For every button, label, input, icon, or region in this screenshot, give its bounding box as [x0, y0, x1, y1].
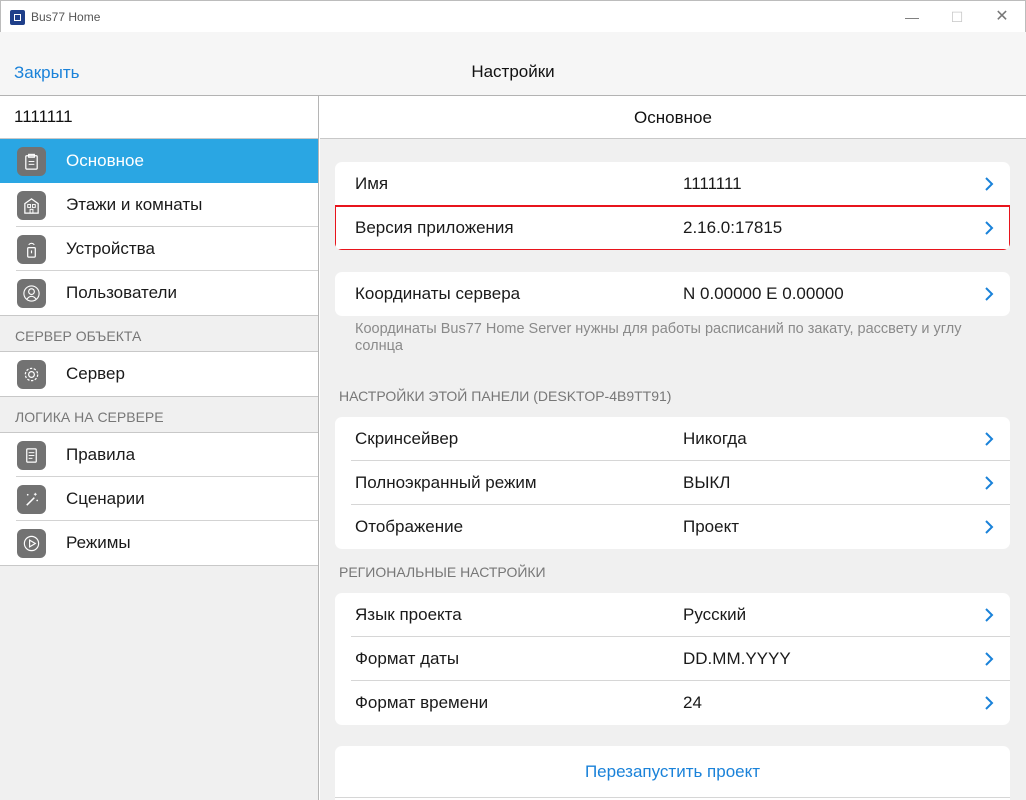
row-label: Имя	[355, 174, 389, 193]
sidebar-item-label: Этажи и комнаты	[66, 195, 203, 214]
row-label: Версия приложения	[355, 218, 514, 237]
panel-settings-card: Скринсейвер Никогда Полноэкранный режим …	[335, 417, 1010, 549]
sidebar-item-users[interactable]: Пользователи	[0, 271, 318, 315]
building-icon	[17, 190, 46, 220]
row-value: Проект	[683, 517, 739, 536]
sidebar-item-scenarios[interactable]: Сценарии	[0, 477, 318, 521]
chevron-right-icon	[985, 476, 994, 490]
sidebar-main-group: Основное Этажи и комнаты Устройства Поль…	[0, 139, 318, 316]
general-info-card: Имя 1111111 Версия приложения 2.16.0:178…	[335, 162, 1010, 250]
chevron-right-icon	[985, 520, 994, 534]
row-label: Полноэкранный режим	[355, 473, 537, 492]
user-icon	[17, 278, 46, 308]
page-title: Настройки	[471, 62, 555, 81]
row-value: 1111111	[683, 174, 742, 193]
row-value: 2.16.0:17815	[683, 218, 783, 237]
row-label: Координаты сервера	[355, 284, 521, 303]
sidebar-item-rules[interactable]: Правила	[0, 433, 318, 477]
sidebar-item-label: Устройства	[66, 239, 155, 258]
chevron-right-icon	[985, 177, 994, 191]
maximize-button[interactable]: ☐	[942, 5, 972, 29]
sidebar-item-server[interactable]: Сервер	[0, 352, 318, 396]
row-value: Никогда	[683, 429, 747, 448]
play-icon	[17, 528, 46, 558]
sidebar-item-general[interactable]: Основное	[0, 139, 318, 183]
chevron-right-icon	[985, 432, 994, 446]
sidebar-item-floors-rooms[interactable]: Этажи и комнаты	[0, 183, 318, 227]
row-value: Русский	[683, 605, 747, 624]
app-logo-icon	[10, 10, 25, 25]
sidebar-item-label: Правила	[66, 445, 136, 464]
display-row[interactable]: Отображение Проект	[335, 505, 1010, 549]
sidebar-item-label: Пользователи	[66, 283, 177, 302]
row-value: ВЫКЛ	[683, 473, 731, 492]
sidebar-section-server: СЕРВЕР ОБЪЕКТА	[0, 316, 318, 352]
regional-settings-section-title: РЕГИОНАЛЬНЫЕ НАСТРОЙКИ	[339, 564, 546, 580]
sidebar: 1111111 Основное Этажи и комнаты Устройс…	[0, 96, 319, 800]
date-format-row[interactable]: Формат даты DD.MM.YYYY	[335, 637, 1010, 681]
sidebar-item-label: Основное	[66, 151, 144, 170]
minimize-button[interactable]: —	[897, 5, 927, 29]
row-label: Формат даты	[355, 649, 460, 668]
restart-project-button[interactable]: Перезапустить проект	[335, 746, 1010, 798]
magic-wand-icon	[17, 484, 46, 514]
clipboard-icon	[17, 146, 46, 176]
fullscreen-row[interactable]: Полноэкранный режим ВЫКЛ	[335, 461, 1010, 505]
chevron-right-icon	[985, 221, 994, 235]
screensaver-row[interactable]: Скринсейвер Никогда	[335, 417, 1010, 461]
row-value: N 0.00000 E 0.00000	[683, 284, 844, 303]
row-value: DD.MM.YYYY	[683, 649, 791, 668]
row-label: Отображение	[355, 517, 464, 536]
name-row[interactable]: Имя 1111111	[335, 162, 1010, 206]
row-label: Скринсейвер	[355, 429, 459, 448]
gear-icon	[17, 359, 46, 389]
sidebar-server-group: Сервер	[0, 352, 318, 397]
regional-settings-card: Язык проекта Русский Формат даты DD.MM.Y…	[335, 593, 1010, 725]
sidebar-item-label: Режимы	[66, 533, 131, 552]
navigation-bar: Закрыть Настройки	[0, 32, 1026, 96]
sidebar-item-label: Сервер	[66, 364, 125, 383]
sidebar-section-logic: ЛОГИКА НА СЕРВЕРЕ	[0, 397, 318, 433]
project-language-row[interactable]: Язык проекта Русский	[335, 593, 1010, 637]
document-icon	[17, 440, 46, 470]
chevron-right-icon	[985, 696, 994, 710]
sidebar-item-label: Сценарии	[66, 489, 145, 508]
restart-card: Перезапустить проект	[335, 746, 1010, 800]
main-panel: Основное Имя 1111111 Версия приложения 2…	[320, 96, 1026, 800]
window-titlebar: Bus77 Home — ☐ ✕	[0, 0, 1026, 32]
server-coordinates-card: Координаты сервера N 0.00000 E 0.00000	[335, 272, 1010, 316]
row-label: Язык проекта	[355, 605, 462, 624]
server-coordinates-row[interactable]: Координаты сервера N 0.00000 E 0.00000	[335, 272, 1010, 316]
close-window-button[interactable]: ✕	[987, 5, 1017, 29]
window-title: Bus77 Home	[31, 10, 101, 24]
row-value: 24	[683, 693, 702, 712]
chevron-right-icon	[985, 608, 994, 622]
panel-settings-section-title: НАСТРОЙКИ ЭТОЙ ПАНЕЛИ (DESKTOP-4B9TT91)	[339, 388, 672, 404]
sidebar-logic-group: Правила Сценарии Режимы	[0, 433, 318, 566]
section-title: Основное	[320, 96, 1026, 139]
device-icon	[17, 234, 46, 264]
sidebar-item-devices[interactable]: Устройства	[0, 227, 318, 271]
app-version-row[interactable]: Версия приложения 2.16.0:17815	[335, 205, 1010, 250]
chevron-right-icon	[985, 287, 994, 301]
coordinates-note: Координаты Bus77 Home Server нужны для р…	[355, 321, 962, 354]
time-format-row[interactable]: Формат времени 24	[335, 681, 1010, 725]
chevron-right-icon	[985, 652, 994, 666]
sidebar-header: 1111111	[0, 96, 318, 139]
sidebar-item-modes[interactable]: Режимы	[0, 521, 318, 565]
row-label: Формат времени	[355, 693, 489, 712]
